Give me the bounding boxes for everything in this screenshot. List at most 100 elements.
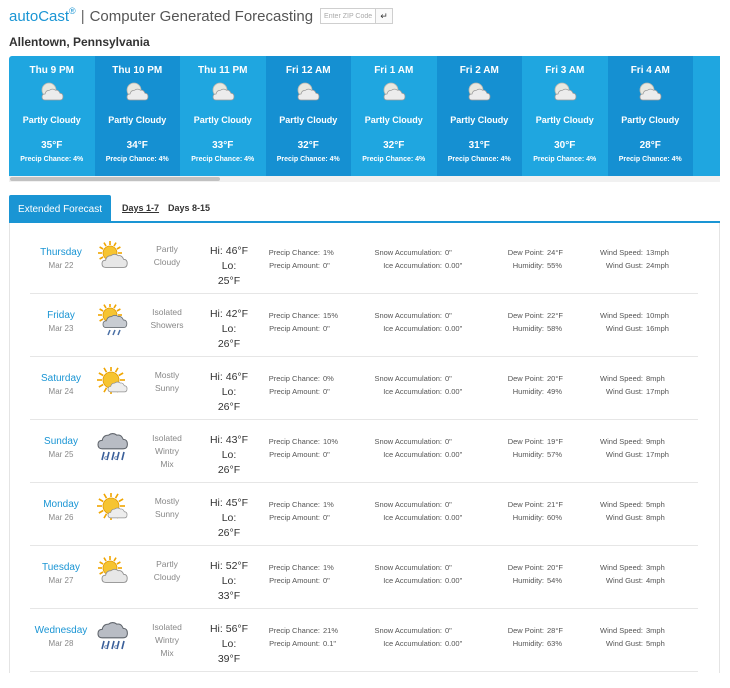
ice-accum-label: Ice Accumulation: xyxy=(383,324,442,333)
wind-speed-label: Wind Speed: xyxy=(600,500,643,509)
wind-info: Wind Speed: 8mph Wind Gust: 17mph xyxy=(591,372,671,398)
day-date: Mar 23 xyxy=(48,324,74,333)
wind-gust-label: Wind Gust: xyxy=(605,261,643,270)
condition-line: Sunny xyxy=(154,383,180,393)
wind-speed-value: 13mph xyxy=(646,248,669,257)
hourly-card: Thu 11 PM Partly Cloudy 33°F Precip Chan… xyxy=(180,56,266,176)
humidity-value: 58% xyxy=(547,324,563,333)
snow-accum-value: 0" xyxy=(445,374,452,383)
zip-code-input[interactable] xyxy=(320,8,377,24)
forecast-day-row: Tuesday Mar 27 Partly Cloudy Hi: 52°F Lo… xyxy=(30,546,698,609)
day-name: Sunday xyxy=(44,436,78,447)
ice-accum-value: 0.00" xyxy=(445,513,463,522)
wind-speed-label: Wind Speed: xyxy=(600,374,643,383)
mostly-sunny-icon xyxy=(96,492,130,525)
hi-label: Hi: xyxy=(209,308,223,320)
day-name: Saturday xyxy=(40,373,82,384)
hour-precip-chance: Precip Chance: 4% xyxy=(362,156,426,163)
hour-temperature: 32°F xyxy=(383,140,405,151)
precip-amount-value: 0" xyxy=(323,324,330,333)
partly-cloudy-night-icon xyxy=(466,80,492,106)
condition-line: Isolated xyxy=(152,307,182,317)
day-date: Mar 28 xyxy=(48,639,74,648)
forecast-day-row: Saturday Mar 24 Mostly Sunny Hi: 46°F Lo… xyxy=(30,357,698,420)
day-label: Monday Mar 26 xyxy=(30,499,92,522)
day-condition: Mostly Sunny xyxy=(142,495,192,521)
precip-info: Precip Chance: 15% Precip Amount: 0" xyxy=(268,309,348,335)
accumulation-info: Snow Accumulation: 0" Ice Accumulation: 0.… xyxy=(370,372,470,398)
day-label: Wednesday Mar 28 xyxy=(30,625,92,648)
dew-point-value: 19°F xyxy=(547,437,563,446)
tab-extended-forecast[interactable]: Extended Forecast xyxy=(9,195,111,223)
hourly-scrollbar[interactable] xyxy=(9,176,720,182)
day-condition: Partly Cloudy xyxy=(142,558,192,584)
humidity-info: Dew Point: 20°F Humidity: 54% xyxy=(492,561,572,587)
day-date: Mar 24 xyxy=(48,387,74,396)
condition-line: Cloudy xyxy=(153,572,181,582)
partly-cloudy-night-icon xyxy=(381,80,407,106)
hour-condition: Partly Cloudy xyxy=(364,115,423,125)
condition-line: Mostly xyxy=(154,496,180,506)
wind-speed-label: Wind Speed: xyxy=(600,311,643,320)
precip-chance-label: Precip Chance: xyxy=(268,563,320,572)
hi-label: Hi: xyxy=(209,623,223,635)
accumulation-info: Snow Accumulation: 0" Ice Accumulation: 0.… xyxy=(370,435,470,461)
hour-condition: Partly Cloudy xyxy=(108,115,167,125)
lo-label: Lo: xyxy=(221,512,237,524)
partly-cloudy-night-icon xyxy=(637,80,663,106)
precip-info: Precip Chance: 10% Precip Amount: 0" xyxy=(268,435,348,461)
brand-logo[interactable]: autoCast® xyxy=(9,6,76,25)
tab-days-8-15[interactable]: Days 8-15 xyxy=(168,203,210,213)
wind-gust-value: 17mph xyxy=(646,450,669,459)
hour-condition: Partly Cloudy xyxy=(22,115,81,125)
precip-info: Precip Chance: 21% Precip Amount: 0.1" xyxy=(268,624,348,650)
precip-amount-value: 0" xyxy=(323,450,330,459)
hourly-forecast-strip[interactable]: Thu 9 PM Partly Cloudy 35°F Precip Chanc… xyxy=(9,56,720,176)
hour-condition: Partly Cloudy xyxy=(450,115,509,125)
tab-days-1-7[interactable]: Days 1-7 xyxy=(122,203,159,213)
humidity-info: Dew Point: 19°F Humidity: 57% xyxy=(492,435,572,461)
ice-accum-label: Ice Accumulation: xyxy=(383,387,442,396)
dew-point-value: 24°F xyxy=(547,248,563,257)
day-date: Mar 26 xyxy=(48,513,74,522)
precip-amount-value: 0" xyxy=(323,387,330,396)
hour-temperature: 28°F xyxy=(639,140,661,151)
partly-cloudy-night-icon xyxy=(552,80,578,106)
wind-speed-value: 5mph xyxy=(646,500,665,509)
zip-submit-button[interactable]: ↵ xyxy=(376,8,394,24)
hour-condition: Partly Cloudy xyxy=(279,115,338,125)
scrollbar-thumb[interactable] xyxy=(10,177,220,181)
humidity-value: 57% xyxy=(547,450,563,459)
precip-chance-value: 1% xyxy=(323,500,334,509)
hi-temp: 43°F xyxy=(225,434,249,446)
condition-line: Wintry xyxy=(154,635,180,645)
day-name: Tuesday xyxy=(42,562,80,573)
hourly-card: Thu 10 PM Partly Cloudy 34°F Precip Chan… xyxy=(94,56,180,176)
hour-condition: Partly Cloudy xyxy=(621,115,680,125)
wind-info: Wind Speed: 13mph Wind Gust: 24mph xyxy=(591,246,671,272)
wind-speed-label: Wind Speed: xyxy=(600,626,643,635)
ice-accum-label: Ice Accumulation: xyxy=(383,450,442,459)
precip-chance-label: Precip Chance: xyxy=(268,500,320,509)
hi-temp: 45°F xyxy=(225,497,249,509)
day-name: Thursday xyxy=(40,247,82,258)
lo-label: Lo: xyxy=(221,449,237,461)
snow-accum-label: Snow Accumulation: xyxy=(374,311,442,320)
hour-time: Fri 12 AM xyxy=(285,65,331,76)
hi-lo-temps: Hi: 42°F Lo: 26°F xyxy=(202,307,256,352)
wind-gust-value: 17mph xyxy=(646,387,669,396)
wind-speed-value: 8mph xyxy=(646,374,665,383)
partly-cloudy-night-icon xyxy=(39,80,65,106)
hour-time: Fri 1 AM xyxy=(374,65,414,76)
precip-amount-value: 0" xyxy=(323,513,330,522)
hour-temperature: 34°F xyxy=(126,140,148,151)
precip-chance-label: Precip Chance: xyxy=(268,374,320,383)
day-label: Thursday Mar 22 xyxy=(30,247,92,270)
dew-point-value: 22°F xyxy=(547,311,563,320)
humidity-info: Dew Point: 20°F Humidity: 49% xyxy=(492,372,572,398)
hour-temperature: 31°F xyxy=(468,140,490,151)
snow-accum-value: 0" xyxy=(445,311,452,320)
humidity-label: Humidity: xyxy=(512,261,544,270)
wind-gust-value: 24mph xyxy=(646,261,669,270)
precip-chance-label: Precip Chance: xyxy=(268,311,320,320)
